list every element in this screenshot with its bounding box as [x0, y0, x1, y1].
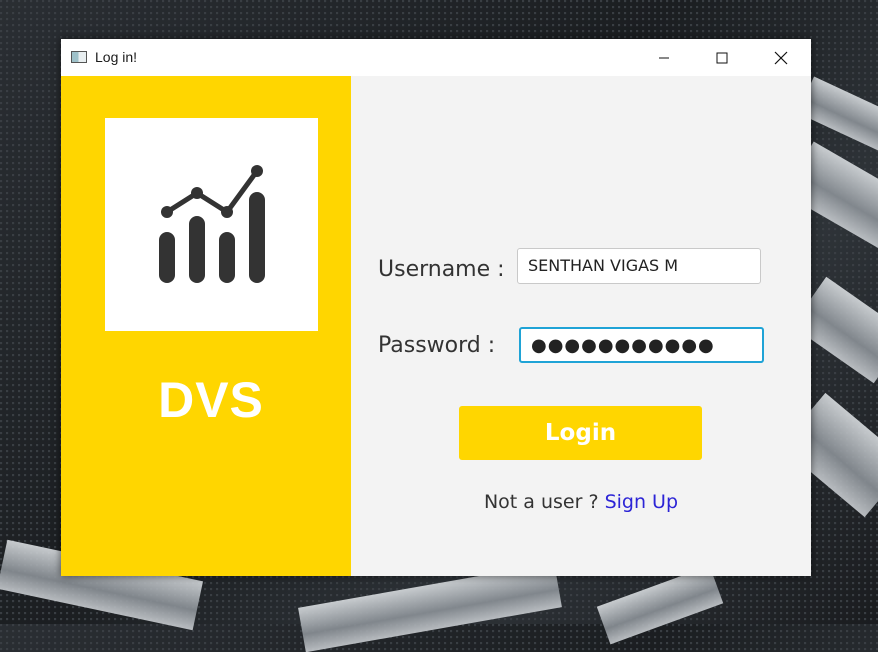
login-button[interactable]: Login [459, 406, 702, 460]
window-title: Log in! [95, 49, 138, 65]
close-icon [774, 51, 788, 64]
login-form: Username : SENTHAN VIGAS M Password : ●●… [351, 76, 811, 576]
password-label: Password : [378, 333, 496, 358]
app-window-icon [71, 51, 87, 63]
maximize-button[interactable] [699, 39, 745, 76]
wallpaper-stripe [596, 565, 724, 645]
brand-name: DVS [158, 372, 264, 428]
signup-row: Not a user ? Sign Up [351, 491, 811, 513]
signup-prompt: Not a user ? [483, 491, 605, 513]
maximize-icon [716, 52, 728, 63]
wallpaper-stripe [298, 562, 562, 652]
signup-link[interactable]: Sign Up [605, 491, 678, 513]
login-window: Log in! DVS Username: SENTHAN VIGAS M P… [61, 39, 811, 576]
title-bar[interactable]: Log in! [61, 39, 811, 76]
username-label: Username : [378, 257, 505, 282]
minimize-icon [659, 57, 669, 58]
brand-panel: DVS [61, 76, 351, 576]
close-button[interactable] [758, 39, 804, 76]
minimize-button[interactable] [641, 39, 687, 76]
bar-chart-trend-icon [159, 165, 265, 283]
logo [105, 118, 318, 331]
password-input[interactable]: ●●●●●●●●●●● [519, 327, 764, 363]
username-input[interactable]: SENTHAN VIGAS M [517, 248, 761, 284]
